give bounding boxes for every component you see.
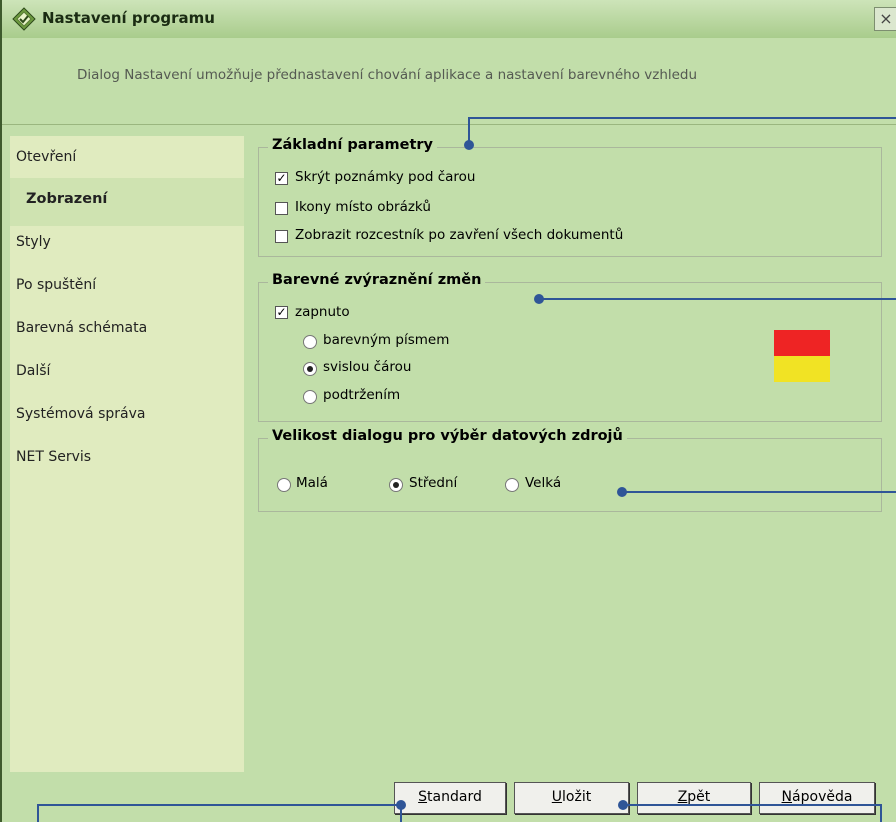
description-text: Dialog Nastavení umožňuje přednastavení … [77, 67, 698, 83]
callout-dot [618, 800, 628, 810]
help-button[interactable]: Nápověda [759, 782, 875, 814]
basic-params-title: Základní parametry [268, 137, 437, 153]
size-small-label[interactable]: Malá [296, 475, 328, 491]
dialog-size-title: Velikost dialogu pro výběr datových zdro… [268, 428, 627, 444]
window-title: Nastavení programu [42, 9, 215, 27]
mode-colored-font-radio[interactable] [303, 335, 317, 349]
color-swatch-red[interactable] [774, 330, 830, 356]
callout-dot [464, 140, 474, 150]
sidebar: Otevření Zobrazení Styly Po spuštění Bar… [10, 136, 244, 772]
show-signpost-label[interactable]: Zobrazit rozcestník po zavření všech dok… [295, 227, 623, 243]
sidebar-item-barevna-schemata[interactable]: Barevná schémata [16, 320, 147, 336]
callout-dot [534, 294, 544, 304]
callout-dot [617, 487, 627, 497]
standard-button[interactable]: Standard [394, 782, 506, 814]
close-icon: × [879, 9, 893, 28]
title-bar[interactable]: Nastavení programu × [2, 0, 896, 39]
callout-line [37, 804, 39, 822]
callout-line [37, 804, 402, 806]
sidebar-item-systemova-sprava[interactable]: Systémová správa [16, 406, 145, 422]
size-large-radio[interactable] [505, 478, 519, 492]
icons-instead-images-checkbox[interactable] [275, 202, 288, 215]
callout-line [880, 804, 882, 822]
sidebar-item-zobrazeni[interactable]: Zobrazení [26, 191, 107, 207]
sidebar-item-dalsi[interactable]: Další [16, 363, 50, 379]
sidebar-item-otevreni[interactable]: Otevření [16, 149, 76, 165]
size-small-radio[interactable] [277, 478, 291, 492]
sidebar-item-styly[interactable]: Styly [16, 234, 51, 250]
sidebar-item-net-servis[interactable]: NET Servis [16, 449, 91, 465]
save-button[interactable]: Uložit [514, 782, 629, 814]
size-medium-radio[interactable] [389, 478, 403, 492]
callout-dot [396, 800, 406, 810]
hide-footnotes-label[interactable]: Skrýt poznámky pod čarou [295, 169, 475, 185]
mode-colored-font-label[interactable]: barevným písmem [323, 332, 449, 348]
callout-line [624, 804, 882, 806]
callout-line [542, 298, 896, 300]
hide-footnotes-checkbox[interactable]: ✓ [275, 172, 288, 185]
mode-underline-label[interactable]: podtržením [323, 387, 400, 403]
size-medium-label[interactable]: Střední [409, 475, 457, 491]
settings-dialog: Nastavení programu × Dialog Nastavení um… [0, 0, 896, 822]
description-panel: Dialog Nastavení umožňuje přednastavení … [2, 38, 896, 125]
show-signpost-checkbox[interactable] [275, 230, 288, 243]
mode-underline-radio[interactable] [303, 390, 317, 404]
highlight-enabled-label[interactable]: zapnuto [295, 304, 350, 320]
callout-line [468, 117, 896, 119]
sidebar-item-po-spusteni[interactable]: Po spuštění [16, 277, 96, 293]
callout-line [625, 491, 896, 493]
color-swatch-yellow[interactable] [774, 356, 830, 382]
change-highlight-title: Barevné zvýraznění změn [268, 272, 486, 288]
close-button[interactable]: × [874, 7, 896, 31]
dialog-size-group [258, 438, 882, 512]
highlight-enabled-checkbox[interactable]: ✓ [275, 306, 288, 319]
size-large-label[interactable]: Velká [525, 475, 561, 491]
app-diamond-icon [12, 7, 36, 31]
back-button[interactable]: Zpět [637, 782, 751, 814]
icons-instead-images-label[interactable]: Ikony místo obrázků [295, 199, 431, 215]
mode-vertical-line-label[interactable]: svislou čárou [323, 359, 411, 375]
mode-vertical-line-radio[interactable] [303, 362, 317, 376]
